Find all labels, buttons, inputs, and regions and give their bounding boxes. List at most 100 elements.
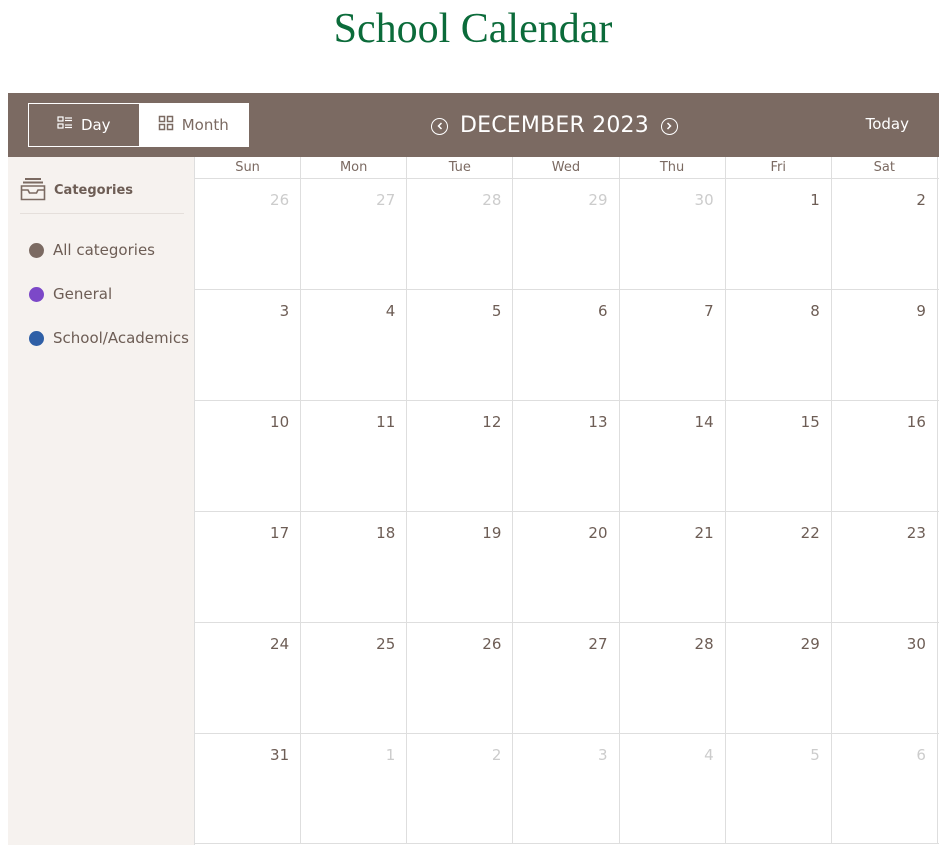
calendar: Day Month DECEMBER 2023 Today Categories… (8, 93, 939, 845)
day-cell[interactable]: 26 (407, 623, 514, 733)
category-school-academics[interactable]: School/Academics (29, 329, 189, 347)
page-title: School Calendar (333, 6, 613, 52)
inbox-tray-icon (20, 177, 46, 205)
category-label: School/Academics (53, 329, 189, 347)
categories-sidebar: Categories All categories General School… (8, 157, 194, 845)
day-cell[interactable]: 3 (513, 734, 620, 843)
day-cell[interactable]: 4 (301, 290, 408, 400)
day-cell[interactable]: 31 (195, 734, 302, 843)
day-number: 19 (482, 524, 502, 542)
day-cell[interactable]: 19 (407, 512, 514, 622)
day-cell[interactable]: 28 (620, 623, 726, 733)
day-cell[interactable]: 21 (620, 512, 726, 622)
day-cell[interactable]: 26 (195, 179, 302, 289)
categories-title: Categories (54, 183, 134, 198)
day-number: 20 (588, 524, 608, 542)
day-number: 4 (385, 302, 396, 320)
day-number: 25 (376, 635, 396, 653)
day-number: 2 (916, 191, 926, 209)
week-row: 31 1 2 3 4 5 6 (195, 734, 939, 844)
day-cell[interactable]: 11 (301, 401, 408, 511)
day-number: 23 (906, 524, 926, 542)
day-cell[interactable]: 2 (407, 734, 514, 843)
day-number: 1 (810, 191, 820, 209)
day-cell[interactable]: 6 (832, 734, 938, 843)
day-number: 4 (704, 746, 714, 764)
day-cell[interactable]: 4 (620, 734, 726, 843)
week-row: 24 25 26 27 28 29 30 (195, 623, 939, 734)
period-navigation: DECEMBER 2023 (431, 111, 678, 141)
day-cell[interactable]: 1 (301, 734, 408, 843)
day-cell[interactable]: 9 (832, 290, 938, 400)
category-general[interactable]: General (29, 285, 112, 303)
day-number: 16 (906, 413, 926, 431)
today-button[interactable]: Today (866, 115, 909, 133)
day-number: 29 (800, 635, 820, 653)
day-cell[interactable]: 28 (407, 179, 514, 289)
day-number: 28 (482, 191, 502, 209)
day-cell[interactable]: 29 (513, 179, 620, 289)
day-cell[interactable]: 20 (513, 512, 620, 622)
category-color-dot (29, 286, 44, 302)
category-label: General (53, 285, 113, 303)
weekday-header: Sun (195, 157, 302, 178)
day-cell[interactable]: 27 (513, 623, 620, 733)
day-cell[interactable]: 2 (832, 179, 938, 289)
day-cell[interactable]: 14 (620, 401, 726, 511)
day-number: 1 (385, 746, 396, 764)
day-cell[interactable]: 13 (513, 401, 620, 511)
list-view-icon (57, 115, 73, 135)
day-number: 15 (800, 413, 820, 431)
calendar-toolbar: Day Month DECEMBER 2023 Today (8, 93, 939, 157)
day-cell[interactable]: 18 (301, 512, 408, 622)
day-cell[interactable]: 23 (832, 512, 938, 622)
weekday-header: Sat (832, 157, 938, 178)
day-number: 5 (810, 746, 820, 764)
month-view-button[interactable]: Month (138, 104, 248, 146)
day-cell[interactable]: 12 (407, 401, 514, 511)
day-cell[interactable]: 6 (513, 290, 620, 400)
day-cell[interactable]: 25 (301, 623, 408, 733)
day-cell[interactable]: 3 (195, 290, 302, 400)
day-cell[interactable]: 27 (301, 179, 408, 289)
day-cell[interactable]: 7 (620, 290, 726, 400)
day-cell[interactable]: 30 (620, 179, 726, 289)
weeks-container: 26 27 28 29 30 1 2 3 4 5 6 7 8 9 10 11 12 13 14 15 16 17 18 19 2… (195, 179, 939, 844)
day-view-label: Day (80, 116, 111, 134)
weekday-header: Wed (513, 157, 620, 178)
day-number: 7 (704, 302, 714, 320)
category-all[interactable]: All categories (29, 241, 155, 259)
grid-view-icon (158, 115, 174, 135)
day-number: 21 (694, 524, 714, 542)
day-number: 24 (270, 635, 290, 653)
categories-header: Categories (20, 177, 184, 214)
day-number: 30 (906, 635, 926, 653)
weekday-header: Thu (620, 157, 726, 178)
day-number: 6 (597, 302, 608, 320)
day-cell[interactable]: 10 (195, 401, 302, 511)
day-number: 11 (376, 413, 396, 431)
day-cell[interactable]: 29 (726, 623, 832, 733)
day-cell[interactable]: 5 (407, 290, 514, 400)
day-cell[interactable]: 24 (195, 623, 302, 733)
prev-month-button[interactable] (431, 117, 448, 135)
next-month-button[interactable] (660, 117, 678, 135)
day-cell[interactable]: 8 (726, 290, 832, 400)
day-cell[interactable]: 5 (726, 734, 832, 843)
day-number: 31 (270, 746, 290, 764)
day-cell[interactable]: 22 (726, 512, 832, 622)
month-view-label: Month (181, 116, 229, 134)
day-cell[interactable]: 30 (832, 623, 938, 733)
day-cell[interactable]: 1 (726, 179, 832, 289)
day-number: 5 (491, 302, 502, 320)
day-view-button[interactable]: Day (29, 104, 139, 146)
category-color-dot (29, 242, 44, 258)
day-cell[interactable]: 16 (832, 401, 938, 511)
day-cell[interactable]: 15 (726, 401, 832, 511)
day-number: 18 (376, 524, 396, 542)
week-row: 3 4 5 6 7 8 9 (195, 290, 939, 401)
weekday-header: Fri (726, 157, 832, 178)
day-number: 27 (588, 635, 608, 653)
day-cell[interactable]: 17 (195, 512, 302, 622)
category-color-dot (29, 330, 44, 346)
